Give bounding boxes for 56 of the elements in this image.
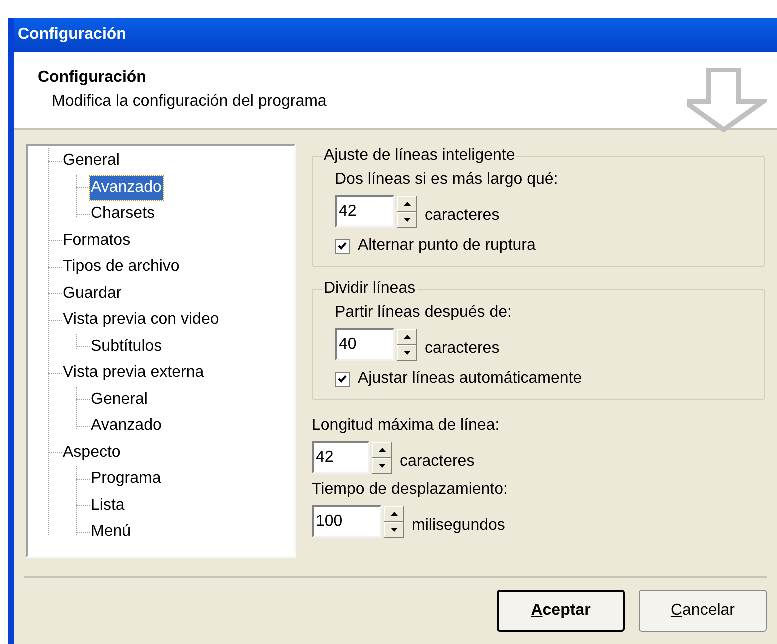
field-label: Longitud máxima de línea: [312,416,501,436]
number-field[interactable]: 100 [312,505,382,538]
spin-up-button[interactable] [397,328,417,344]
check-icon [338,242,347,250]
down-arrow-icon [404,350,410,354]
dialog-button[interactable]: Cancelar [639,590,767,632]
field-label: Tiempo de desplazamiento: [312,480,509,500]
checkbox-label[interactable]: Ajustar líneas automáticamente [358,367,582,391]
spin-down-button[interactable] [397,212,417,228]
unit-label: caracteres [400,452,475,472]
spin-down-button[interactable] [384,522,404,538]
tree-item[interactable]: Subtítulos [90,334,164,359]
tree-item[interactable]: Formatos [62,228,132,253]
unit-label: caracteres [425,206,500,226]
spin-down-button[interactable] [397,344,417,360]
window-title: Configuración [18,25,126,45]
checkbox-label[interactable]: Alternar punto de ruptura [358,234,536,258]
checkbox[interactable] [335,238,350,254]
up-arrow-icon [404,202,410,206]
tree-item[interactable]: Charsets [90,202,156,226]
tree-item[interactable]: Avanzado [90,414,163,438]
number-field[interactable]: 42 [312,441,370,474]
tree-item[interactable]: Aspecto [62,440,122,465]
unit-label: caracteres [425,338,500,358]
tree-item[interactable]: Vista previa externa [62,361,206,386]
spin-up-button[interactable] [384,506,404,522]
down-arrow-icon [390,528,398,532]
tree-item[interactable]: General [62,149,121,174]
up-arrow-icon [390,512,398,516]
field-label: Partir líneas después de: [335,304,512,321]
tree-item[interactable]: Tipos de archivo [62,255,181,280]
spin-down-button[interactable] [372,458,392,474]
unit-label: milisegundos [412,516,506,536]
field-label: Dos líneas si es más largo qué: [335,171,558,188]
spin-up-button[interactable] [397,196,417,212]
down-arrow-icon [404,218,410,222]
number-field[interactable]: 40 [335,328,395,361]
dialog-button[interactable]: Aceptar [497,590,625,632]
tree-item[interactable]: Programa [90,467,162,492]
group-title: Ajuste de líneas inteligente [323,146,516,166]
down-arrow-icon [378,464,386,468]
header-subtitle: Modifica la configuración del programa [52,92,327,112]
checkbox[interactable] [335,372,350,386]
up-arrow-icon [404,334,410,338]
number-field[interactable]: 42 [335,195,395,228]
tree-item[interactable]: Avanzado [90,176,163,200]
tree-item[interactable]: Lista [90,494,126,518]
tree-item[interactable]: Guardar [62,282,123,306]
header-title: Configuración [38,68,148,88]
up-arrow-icon [378,448,386,452]
tree-item[interactable]: Menú [90,520,132,544]
tree-item[interactable]: Vista previa con video [62,308,220,332]
tree-item[interactable]: General [90,388,149,412]
spin-up-button[interactable] [372,442,392,458]
check-icon [338,375,347,383]
group-title: Dividir líneas [323,279,417,299]
